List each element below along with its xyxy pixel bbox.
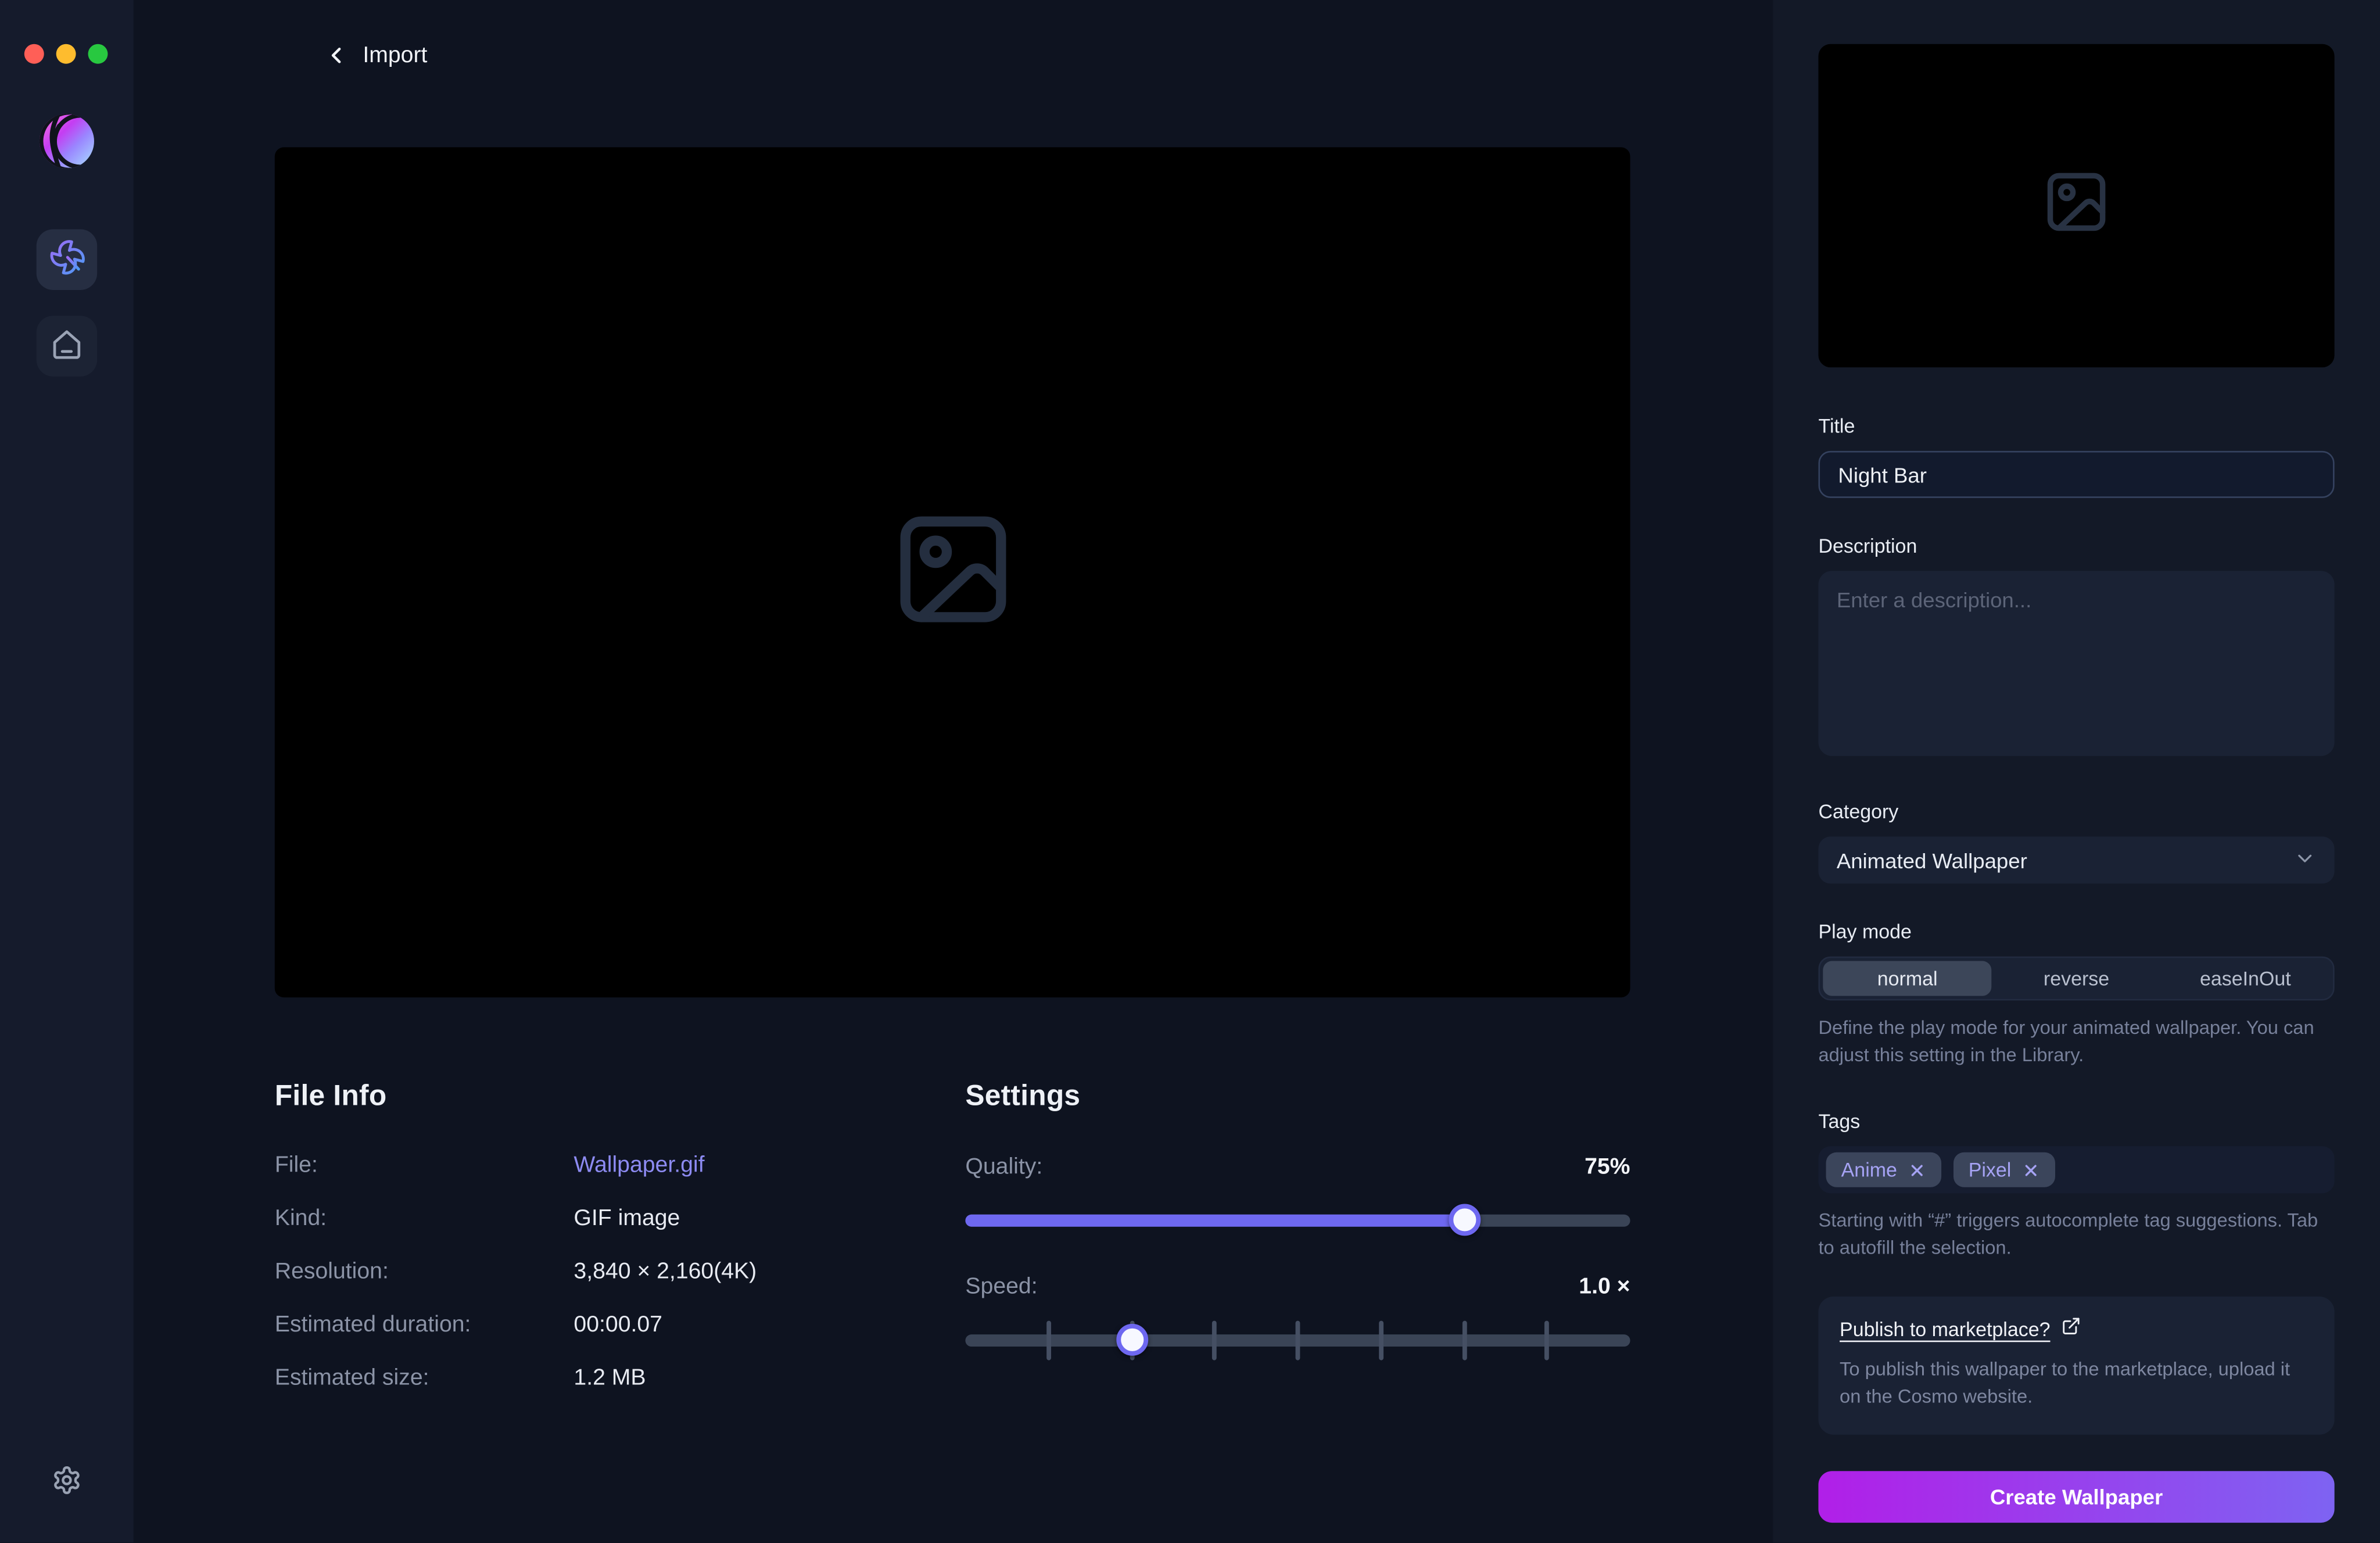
kind-value: GIF image <box>574 1207 680 1231</box>
create-wallpaper-button[interactable]: Create Wallpaper <box>1818 1471 2334 1523</box>
remove-tag-icon[interactable] <box>1908 1161 1926 1179</box>
sidebar <box>0 0 134 1543</box>
back-button[interactable]: Import <box>323 42 427 68</box>
tags-hint-text: Starting with “#” triggers autocomplete … <box>1818 1207 2334 1262</box>
chevron-left-icon <box>323 42 349 68</box>
publish-help-text: To publish this wallpaper to the marketp… <box>1840 1355 2313 1412</box>
category-label: Category <box>1818 800 2334 823</box>
size-label: Estimated size: <box>275 1366 574 1391</box>
settings-heading: Settings <box>965 1081 1630 1114</box>
tag-label: Anime <box>1841 1159 1897 1182</box>
wallpaper-preview <box>275 147 1630 997</box>
duration-label: Estimated duration: <box>275 1313 574 1338</box>
kind-row: Kind: GIF image <box>275 1207 966 1231</box>
gear-icon <box>52 1477 82 1500</box>
tag-label: Pixel <box>1969 1159 2012 1182</box>
file-info-heading: File Info <box>275 1081 966 1114</box>
file-row: File: Wallpaper.gif <box>275 1154 966 1178</box>
external-link-icon <box>2061 1316 2081 1341</box>
minimize-window-button[interactable] <box>56 44 76 64</box>
play-mode-option-easeinout[interactable]: easeInOut <box>2161 961 2330 996</box>
quality-value: 75% <box>1585 1154 1630 1179</box>
sidebar-item-home[interactable] <box>37 316 97 376</box>
image-placeholder-icon <box>2041 167 2111 244</box>
resolution-value: 3,840 × 2,160(4K) <box>574 1260 757 1284</box>
image-placeholder-icon <box>888 505 1016 640</box>
play-mode-option-reverse[interactable]: reverse <box>1992 961 2161 996</box>
publish-card: Publish to marketplace? To publish this … <box>1818 1296 2334 1435</box>
duration-row: Estimated duration: 00:00.07 <box>275 1313 966 1338</box>
sidebar-nav <box>37 229 97 376</box>
file-info-section: File Info File: Wallpaper.gif Kind: GIF … <box>275 1081 966 1420</box>
main-content: Import File Info File: Wallpaper.gif <box>134 0 1773 1543</box>
remove-tag-icon[interactable] <box>2022 1161 2040 1179</box>
size-value: 1.2 MB <box>574 1366 646 1391</box>
file-label: File: <box>275 1154 574 1178</box>
tags-label: Tags <box>1818 1110 2334 1133</box>
sidebar-item-create[interactable] <box>37 229 97 289</box>
speed-slider[interactable] <box>965 1324 1630 1357</box>
zoom-window-button[interactable] <box>88 44 108 64</box>
tag-chip-pixel[interactable]: Pixel <box>1954 1152 2056 1187</box>
home-icon <box>49 325 85 367</box>
publish-link-label: Publish to marketplace? <box>1840 1317 2050 1340</box>
speed-row: Speed: 1.0 × <box>965 1274 1630 1299</box>
publish-marketplace-link[interactable]: Publish to marketplace? <box>1840 1316 2081 1341</box>
quality-row: Quality: 75% <box>965 1154 1630 1179</box>
settings-button[interactable] <box>52 1466 82 1501</box>
resolution-row: Resolution: 3,840 × 2,160(4K) <box>275 1260 966 1284</box>
wallpaper-form-panel: Title Description Category Animated Wall… <box>1773 0 2380 1543</box>
file-name-link[interactable]: Wallpaper.gif <box>574 1154 704 1178</box>
resolution-label: Resolution: <box>275 1260 574 1284</box>
size-row: Estimated size: 1.2 MB <box>275 1366 966 1391</box>
speed-slider-thumb[interactable] <box>1116 1324 1148 1356</box>
window-controls <box>24 44 108 64</box>
back-label: Import <box>363 42 427 68</box>
quality-slider-thumb[interactable] <box>1448 1204 1480 1236</box>
quality-label: Quality: <box>965 1154 1042 1179</box>
category-value: Animated Wallpaper <box>1837 848 2027 872</box>
app-window: Import File Info File: Wallpaper.gif <box>0 0 2380 1543</box>
quality-slider[interactable] <box>965 1204 1630 1237</box>
title-input[interactable] <box>1818 451 2334 498</box>
description-input[interactable] <box>1818 571 2334 756</box>
play-mode-option-normal[interactable]: normal <box>1823 961 1992 996</box>
play-mode-label: Play mode <box>1818 920 2334 943</box>
category-select[interactable]: Animated Wallpaper <box>1818 836 2334 883</box>
tag-chip-anime[interactable]: Anime <box>1826 1152 1941 1187</box>
play-mode-segmented-control: normal reverse easeInOut <box>1818 957 2334 1001</box>
close-window-button[interactable] <box>24 44 44 64</box>
tags-input-field[interactable]: Anime Pixel <box>1818 1147 2334 1194</box>
app-logo <box>38 112 95 170</box>
speed-label: Speed: <box>965 1274 1037 1299</box>
description-label: Description <box>1818 535 2334 557</box>
wallpaper-thumbnail <box>1818 44 2334 367</box>
kind-label: Kind: <box>275 1207 574 1231</box>
settings-section: Settings Quality: 75% Speed: 1.0 × <box>965 1081 1630 1420</box>
title-label: Title <box>1818 414 2334 437</box>
chevron-down-icon <box>2293 846 2316 873</box>
duration-value: 00:00.07 <box>574 1313 662 1338</box>
speed-value: 1.0 × <box>1579 1274 1630 1299</box>
pinwheel-icon <box>48 238 85 281</box>
play-mode-help-text: Define the play mode for your animated w… <box>1818 1014 2334 1069</box>
